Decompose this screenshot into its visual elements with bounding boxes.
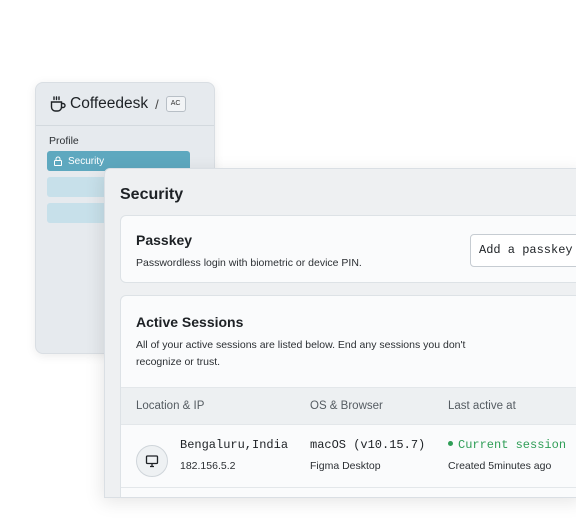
session-created: Created 5minutes ago: [448, 460, 552, 472]
passkey-description: Passwordless login with biometric or dev…: [136, 257, 362, 269]
column-last-active: Last active at: [448, 400, 516, 412]
add-passkey-button[interactable]: Add a passkey: [470, 234, 576, 267]
sessions-description-line2: recognize or trust.: [136, 356, 221, 368]
security-panel: Security Passkey Passwordless login with…: [104, 168, 576, 498]
lock-icon: [53, 156, 63, 166]
table-row[interactable]: Bengaluru,India 182.156.5.2 macOS (v10.1…: [121, 426, 576, 488]
sessions-table-header: Location & IP OS & Browser Last active a…: [121, 387, 576, 425]
current-session-status: Current session: [448, 438, 566, 452]
session-location: Bengaluru,India: [180, 438, 289, 452]
sessions-description-line1: All of your active sessions are listed b…: [136, 339, 466, 351]
breadcrumb-separator: /: [155, 96, 159, 112]
sidebar-section-profile: Profile: [49, 135, 79, 147]
sidebar-item-label: Security: [68, 155, 105, 167]
brand-name[interactable]: Coffeedesk: [70, 95, 148, 113]
status-label: Current session: [458, 438, 567, 452]
session-ip: 182.156.5.2: [180, 460, 236, 472]
sessions-title: Active Sessions: [136, 314, 244, 330]
sidebar-header: Coffeedesk / AC: [36, 83, 214, 126]
session-browser: Figma Desktop: [310, 460, 381, 472]
status-dot: [448, 441, 453, 447]
org-badge[interactable]: AC: [165, 96, 186, 112]
passkey-card: Passkey Passwordless login with biometri…: [120, 215, 576, 283]
active-sessions-card: Active Sessions All of your active sessi…: [120, 295, 576, 497]
session-os: macOS (v10.15.7): [310, 438, 426, 452]
page-title: Security: [120, 186, 184, 203]
coffee-cup-icon: [49, 95, 67, 113]
monitor-icon: [136, 445, 168, 477]
passkey-title: Passkey: [136, 232, 193, 248]
column-os-browser: OS & Browser: [310, 400, 383, 412]
column-location: Location & IP: [136, 400, 205, 412]
